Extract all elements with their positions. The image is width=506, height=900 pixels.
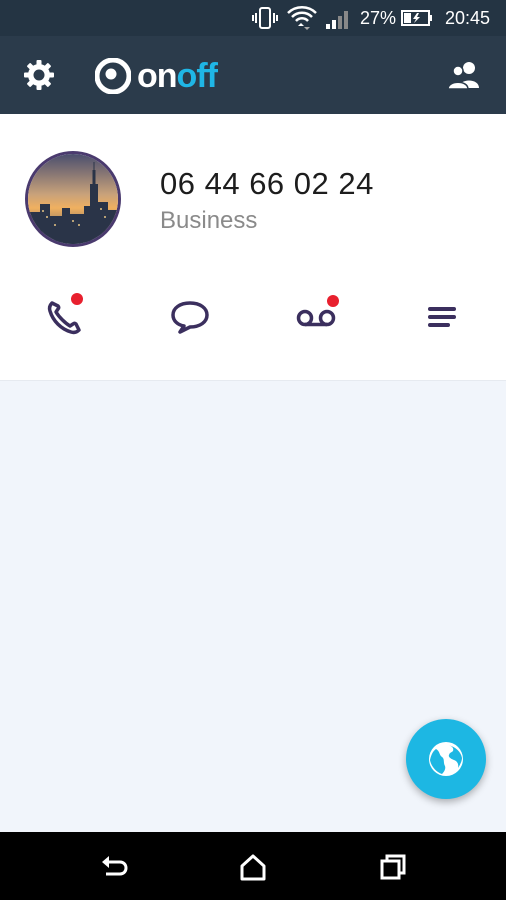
wifi-icon: [287, 6, 317, 30]
phone-number: 06 44 66 02 24: [160, 166, 374, 201]
system-nav-bar: [0, 832, 506, 900]
avatar[interactable]: [25, 151, 121, 247]
globe-fab-button[interactable]: [406, 719, 486, 799]
battery-charging-icon: [401, 10, 432, 26]
messages-button[interactable]: [168, 295, 212, 339]
calls-button[interactable]: [43, 293, 87, 339]
contacts-icon[interactable]: [447, 58, 483, 94]
menu-button[interactable]: [420, 295, 464, 339]
chat-bubble-icon: [171, 301, 209, 334]
signal-icon: [326, 11, 348, 29]
vibrate-icon: [252, 7, 278, 29]
globe-icon: [429, 742, 463, 776]
logo-on-text: on: [137, 57, 178, 95]
recents-icon[interactable]: [378, 852, 408, 882]
status-bar: 27% 20:45: [0, 0, 506, 36]
back-icon[interactable]: [98, 852, 128, 882]
line-card: 06 44 66 02 24 Business: [0, 114, 506, 381]
menu-icon: [428, 307, 456, 327]
voicemail-button[interactable]: [294, 295, 339, 339]
calls-notification-dot: [71, 293, 83, 305]
onoff-logo-icon: [95, 58, 131, 94]
settings-gear-icon[interactable]: [21, 57, 57, 93]
voicemail-notification-dot: [327, 295, 339, 307]
battery-percent: 27%: [360, 8, 397, 28]
clock: 20:45: [445, 8, 491, 28]
onoff-logo: onoff: [95, 56, 218, 96]
city-skyline-avatar: [28, 154, 118, 244]
line-label: Business: [160, 207, 258, 234]
app-bar: onoff: [0, 36, 506, 114]
home-icon[interactable]: [238, 852, 268, 882]
logo-off-text: off: [176, 57, 218, 95]
